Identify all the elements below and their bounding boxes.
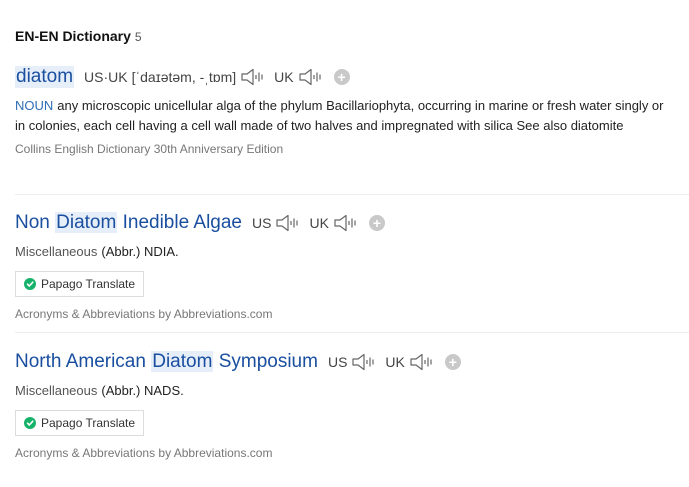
speaker-icon[interactable] [409,353,435,371]
papago-translate-button[interactable]: Papago Translate [15,271,145,297]
translate-label: Papago Translate [41,416,136,430]
speaker-icon[interactable] [275,214,301,232]
speaker-icon[interactable] [333,214,359,232]
category-row: Miscellaneous (Abbr.) NDIA. [15,244,689,259]
pron-label-uk: UK [309,215,329,231]
add-icon[interactable]: + [333,69,350,85]
headword-link[interactable]: Non Diatom Inedible Algae [15,212,242,234]
entry-head: Non Diatom Inedible Algae US UK + [15,212,689,234]
abbreviation: (Abbr.) NADS. [101,383,184,398]
headword-link[interactable]: North American Diatom Symposium [15,351,318,373]
source-label: Acronyms & Abbreviations by Abbreviation… [15,446,273,460]
speaker-icon[interactable] [240,68,266,86]
category-label: Miscellaneous [15,383,98,398]
pron-ipa: [ˈdaɪətəm, -ˌtɒm] [131,69,237,85]
pronunciation: US UK + [328,353,461,371]
speaker-icon[interactable] [351,353,377,371]
part-of-speech: NOUN [15,98,54,113]
papago-logo [24,417,36,429]
pron-label-uk: UK [385,354,405,370]
divider [15,194,689,195]
headword-highlight: Diatom [55,212,118,233]
headword-link[interactable]: diatom [15,66,75,88]
pron-label-us: US [327,354,348,370]
add-icon[interactable]: + [368,215,385,231]
section-title-text: EN-EN Dictionary [15,28,131,44]
pron-label-us-uk: US·UK [84,69,128,85]
section-title: EN-EN Dictionary 5 [15,28,142,44]
headword-post: Symposium [213,351,318,372]
result-count: 5 [134,30,142,44]
entry-nads: North American Diatom Symposium US UK + … [15,351,689,460]
entry-head: North American Diatom Symposium US UK + [15,351,689,373]
add-icon[interactable]: + [444,354,461,370]
source-label: Collins English Dictionary 30th Annivers… [15,142,284,156]
pronunciation: US UK + [252,214,385,232]
category-row: Miscellaneous (Abbr.) NADS. [15,383,689,398]
pron-label-us: US [252,215,272,231]
pronunciation: US·UK [ˈdaɪətəm, -ˌtɒm] UK + [84,68,350,86]
speaker-icon[interactable] [298,68,324,86]
abbreviation: (Abbr.) NDIA. [101,244,179,259]
translate-label: Papago Translate [41,277,136,291]
headword-highlight: Diatom [151,351,214,372]
entry-diatom: diatom US·UK [ˈdaɪətəm, -ˌtɒm] UK + NOUN… [15,66,689,156]
entry-head: diatom US·UK [ˈdaɪətəm, -ˌtɒm] UK + [15,66,689,88]
category-label: Miscellaneous [15,244,98,259]
headword-pre: Non [15,212,56,233]
definition-text: any microscopic unicellular alga of the … [15,98,664,133]
headword-post: Inedible Algae [117,212,242,233]
source-label: Acronyms & Abbreviations by Abbreviation… [15,307,273,321]
papago-logo [24,278,36,290]
papago-translate-button[interactable]: Papago Translate [15,410,145,436]
pron-label-uk: UK [274,69,294,85]
entry-ndia: Non Diatom Inedible Algae US UK + Miscel… [15,212,689,321]
divider [15,332,689,333]
definition: NOUN any microscopic unicellular alga of … [15,96,675,136]
headword-pre: North American [15,351,152,372]
